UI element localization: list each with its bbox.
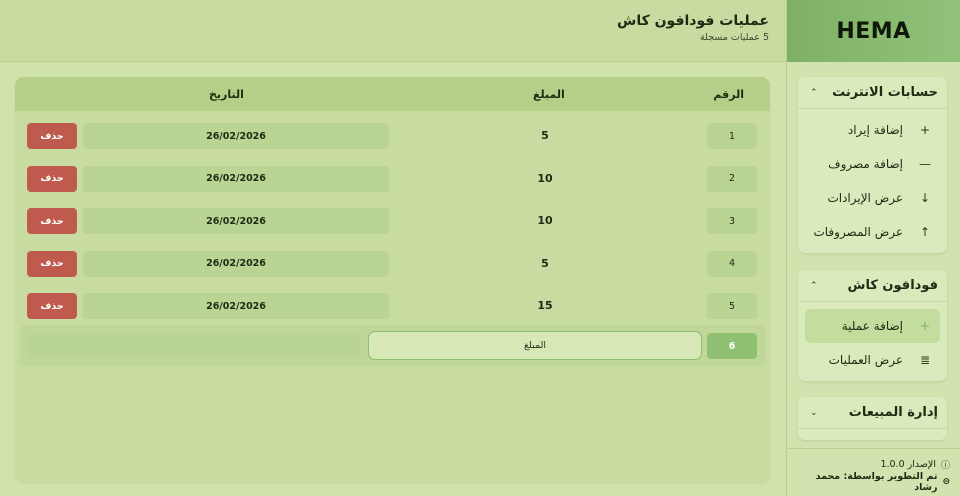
amount-cell: 10 (537, 214, 553, 227)
plus-icon: + (919, 123, 931, 137)
column-header-number: الرقم (713, 88, 744, 101)
sidebar-item[interactable]: ↓ عرض الإيرادات (798, 181, 947, 215)
sidebar-item-label: عرض العمليات (828, 353, 903, 367)
group-title: حسابات الانترنت (832, 85, 938, 100)
transactions-card: الرقم المبلغ التاريخ حذف 26/02/2026 5 1 حذف 2… (15, 77, 770, 482)
group-title: فودافون كاش (847, 278, 938, 293)
sidebar-item-label: إضافة عملية (841, 319, 903, 333)
sidebar: HEMA حسابات الانترنت ⌃ + إضافة إيراد — إضاف… (786, 0, 960, 496)
sidebar-item[interactable]: + إضافة إيراد (798, 113, 947, 147)
version-text: الإصدار 1.0.0 (880, 459, 936, 470)
table-header: الرقم المبلغ التاريخ (15, 77, 770, 111)
number-cell: 1 (707, 123, 757, 149)
chevron-down-icon: ⌄ (810, 407, 818, 418)
number-cell: 4 (707, 250, 757, 277)
arrow-down-icon: ↓ (919, 191, 931, 205)
chevron-up-icon: ⌃ (810, 87, 818, 98)
number-cell: 2 (707, 165, 757, 192)
number-cell: 3 (707, 208, 757, 234)
list-icon: ≣ (919, 353, 931, 367)
group-header-vodafone-cash[interactable]: فودافون كاش ⌃ (798, 270, 947, 302)
plus-icon: + (919, 319, 931, 333)
amount-cell: 5 (541, 256, 549, 270)
table-row: حذف 26/02/2026 5 4 (15, 245, 770, 287)
sidebar-item-label: عرض المصروفات (813, 225, 903, 239)
group-vodafone-cash: فودافون كاش ⌃ + إضافة عملية ≣ عرض العمليات (798, 270, 947, 381)
chevron-up-icon: ⌃ (810, 280, 818, 291)
sidebar-item[interactable]: ↑ عرض المصروفات (798, 215, 947, 249)
page-title: عمليات فودافون كاش (617, 13, 769, 29)
group-header-sales-management[interactable]: إدارة المبيعات ⌄ (798, 397, 947, 429)
date-cell: 26/02/2026 (83, 123, 389, 149)
table-row: حذف 26/02/2026 5 1 (15, 117, 770, 159)
column-header-amount: المبلغ (533, 88, 565, 101)
date-input[interactable] (28, 333, 361, 358)
date-cell: 26/02/2026 (83, 165, 389, 192)
table-row: حذف 26/02/2026 15 5 (15, 287, 770, 329)
page-header: عمليات فودافون كاش 5 عمليات مسجلة (0, 0, 786, 62)
delete-button[interactable]: حذف (27, 293, 77, 319)
group-title: إدارة المبيعات (848, 405, 938, 420)
delete-button[interactable]: حذف (27, 250, 77, 277)
delete-button[interactable]: حذف (27, 165, 77, 192)
link-icon: ⊖ (942, 476, 950, 487)
minus-icon: — (919, 157, 931, 171)
amount-cell: 10 (537, 171, 553, 185)
info-icon: ⓘ (940, 461, 950, 471)
developer-row: ⊖ تم التطوير بواسطة: محمد رشاد (797, 470, 950, 493)
sidebar-footer: ⓘ الإصدار 1.0.0 ⊖ تم التطوير بواسطة: محم… (787, 448, 960, 496)
amount-cell: 15 (537, 299, 553, 312)
delete-button[interactable]: حذف (27, 208, 77, 234)
new-row-number: 6 (707, 333, 757, 359)
group-internet-accounts: حسابات الانترنت ⌃ + إضافة إيراد — إضافة مصر… (798, 77, 947, 253)
table-row: حذف 26/02/2026 10 3 (15, 202, 770, 244)
sidebar-item-label: إضافة مصروف (828, 157, 903, 171)
date-cell: 26/02/2026 (83, 208, 389, 234)
table-row: حذف 26/02/2026 10 2 (15, 160, 770, 202)
sidebar-item[interactable]: ≣ عرض العمليات (798, 343, 947, 377)
group-header-internet-accounts[interactable]: حسابات الانترنت ⌃ (798, 77, 947, 109)
brand-logo: HEMA (787, 0, 960, 62)
page-subtitle: 5 عمليات مسجلة (699, 32, 769, 43)
amount-cell: 5 (541, 129, 549, 142)
new-transaction-row: 6 (20, 325, 765, 367)
number-cell: 5 (707, 293, 757, 319)
amount-input[interactable] (368, 331, 702, 360)
delete-button[interactable]: حذف (27, 123, 77, 149)
date-cell: 26/02/2026 (83, 293, 389, 319)
sidebar-item[interactable]: — إضافة مصروف (798, 147, 947, 181)
date-cell: 26/02/2026 (83, 250, 389, 277)
arrow-up-icon: ↑ (919, 225, 931, 239)
main-content: الرقم المبلغ التاريخ حذف 26/02/2026 5 1 حذف 2… (0, 62, 786, 496)
column-header-date: التاريخ (209, 88, 244, 101)
group-sales-management: إدارة المبيعات ⌄ (798, 397, 947, 440)
sidebar-item-label: عرض الإيرادات (827, 191, 903, 205)
sidebar-item-label: إضافة إيراد (847, 123, 903, 137)
developer-text: تم التطوير بواسطة: محمد رشاد (815, 470, 938, 493)
sidebar-item[interactable]: + إضافة عملية (805, 309, 940, 343)
